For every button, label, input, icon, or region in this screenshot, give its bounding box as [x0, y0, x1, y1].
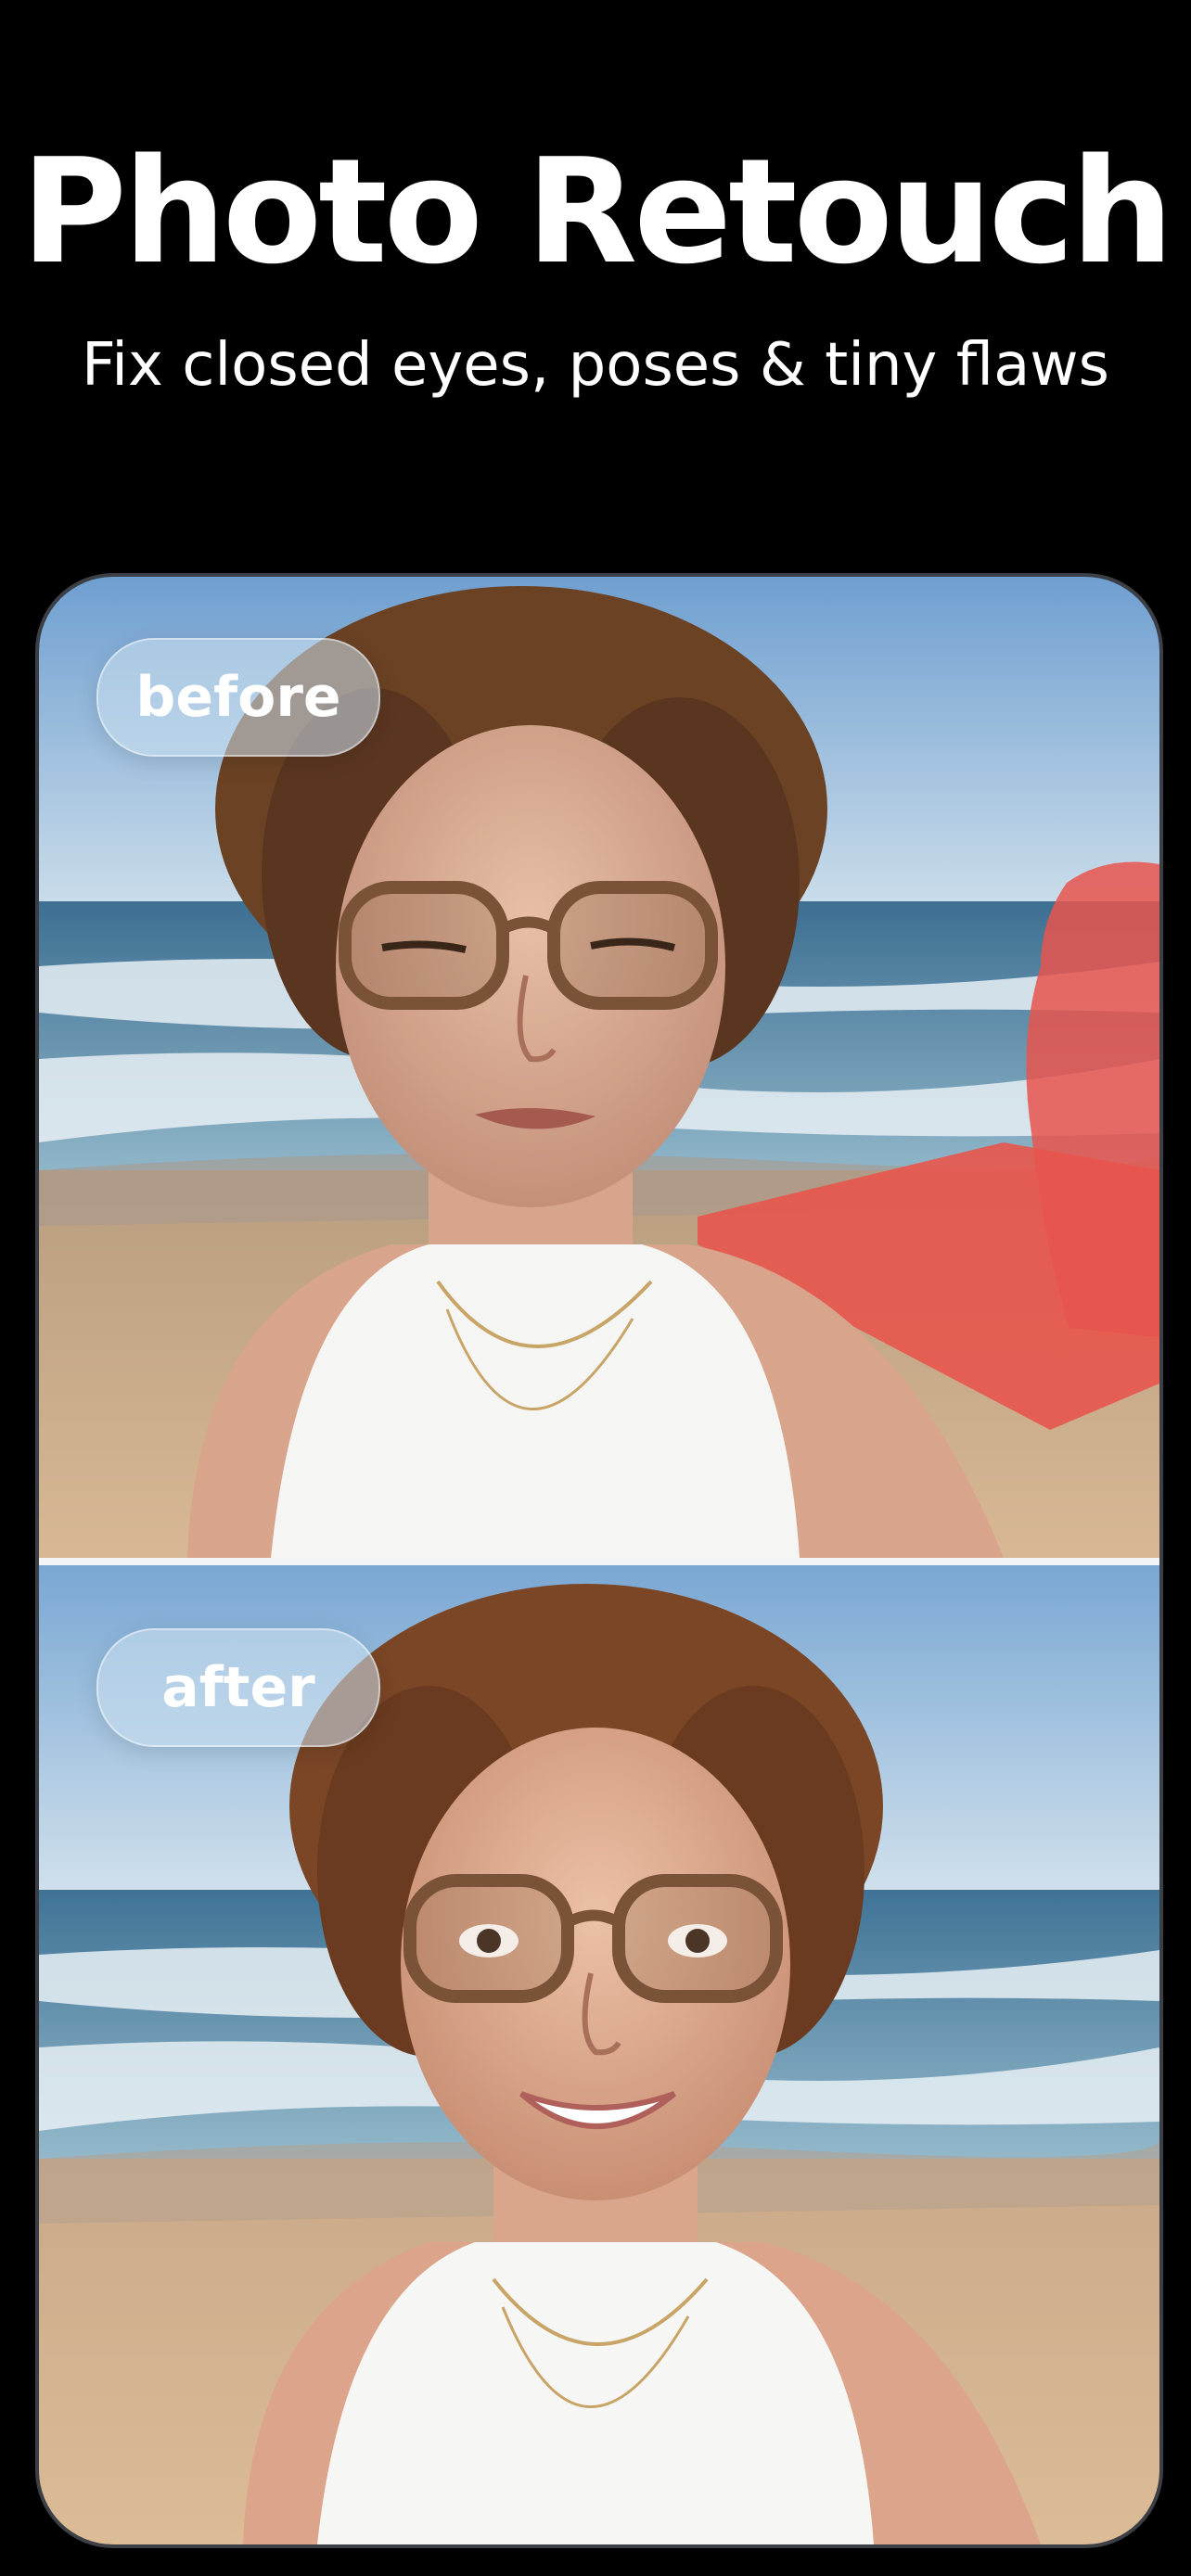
comparison-divider	[39, 1558, 1159, 1565]
after-badge: after	[96, 1628, 380, 1747]
before-photo: before	[39, 577, 1159, 1558]
comparison-card: before after	[35, 573, 1163, 2548]
before-badge: before	[96, 638, 380, 757]
page-subtitle: Fix closed eyes, poses & tiny flaws	[82, 331, 1109, 400]
after-photo: after	[39, 1565, 1159, 2544]
page-title: Photo Retouch	[20, 127, 1174, 296]
